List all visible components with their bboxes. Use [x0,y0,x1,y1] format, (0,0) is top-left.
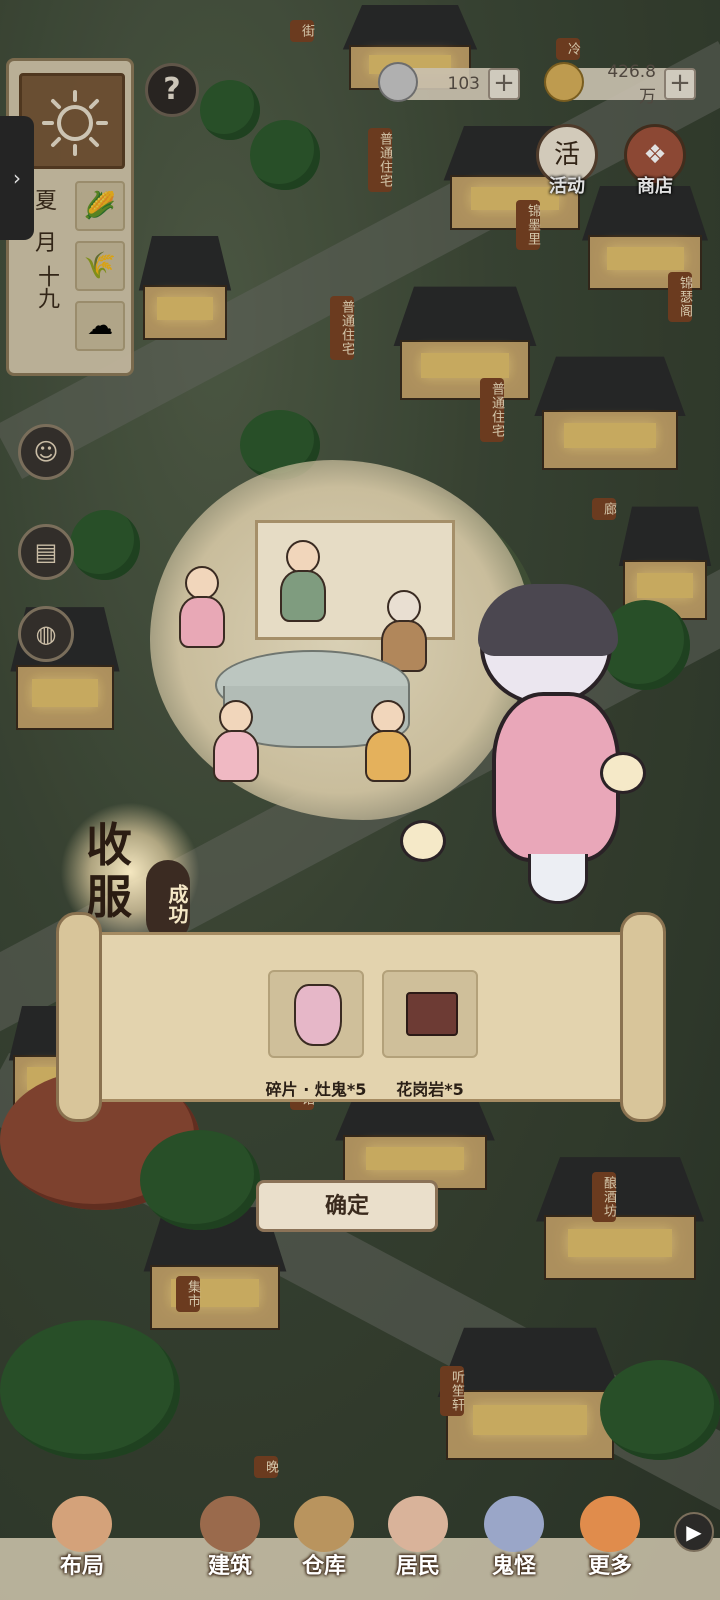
nav-next-arrow-icon[interactable]: ▶ [674,1512,714,1552]
warehouse-icon [294,1496,354,1552]
nav-building[interactable]: 建筑 [182,1486,278,1600]
reward-slot-ghost-shard[interactable] [268,970,364,1058]
nav-residents[interactable]: 居民 [370,1486,466,1600]
bottom-nav: 布局 建筑 仓库 居民 鬼怪 更多 [0,1486,720,1600]
residents-icon [388,1496,448,1552]
scroll-roll-right [620,912,666,1122]
ghost-icon [484,1496,544,1552]
more-icon [580,1496,640,1552]
nav-warehouse[interactable]: 仓库 [276,1486,372,1600]
nav-label: 居民 [395,1553,440,1579]
nav-label: 更多 [587,1553,632,1579]
scroll-roll-left [56,912,102,1122]
layout-icon [52,1496,112,1552]
nav-layout[interactable]: 布局 [34,1486,130,1600]
small-spirit-icon [600,752,646,794]
nav-label: 布局 [59,1553,104,1579]
nav-label: 鬼怪 [491,1553,536,1579]
title-char-1: 收 [86,818,132,872]
reward-slot-granite[interactable] [382,970,478,1058]
confirm-button[interactable]: 确定 [256,1180,438,1232]
building-icon [200,1496,260,1552]
nav-more[interactable]: 更多 [562,1486,658,1600]
reward-name: 花岗岩*5 [396,1080,464,1099]
child-figure [206,700,266,800]
woman-figure [172,566,232,686]
granite-icon [406,992,458,1036]
nav-ghosts[interactable]: 鬼怪 [466,1486,562,1600]
nav-label: 建筑 [207,1553,252,1579]
nav-label: 仓库 [301,1553,346,1579]
ghost-shard-icon [294,984,342,1046]
man-figure [268,540,338,660]
small-spirit-icon [400,820,446,862]
child-figure [358,700,418,800]
